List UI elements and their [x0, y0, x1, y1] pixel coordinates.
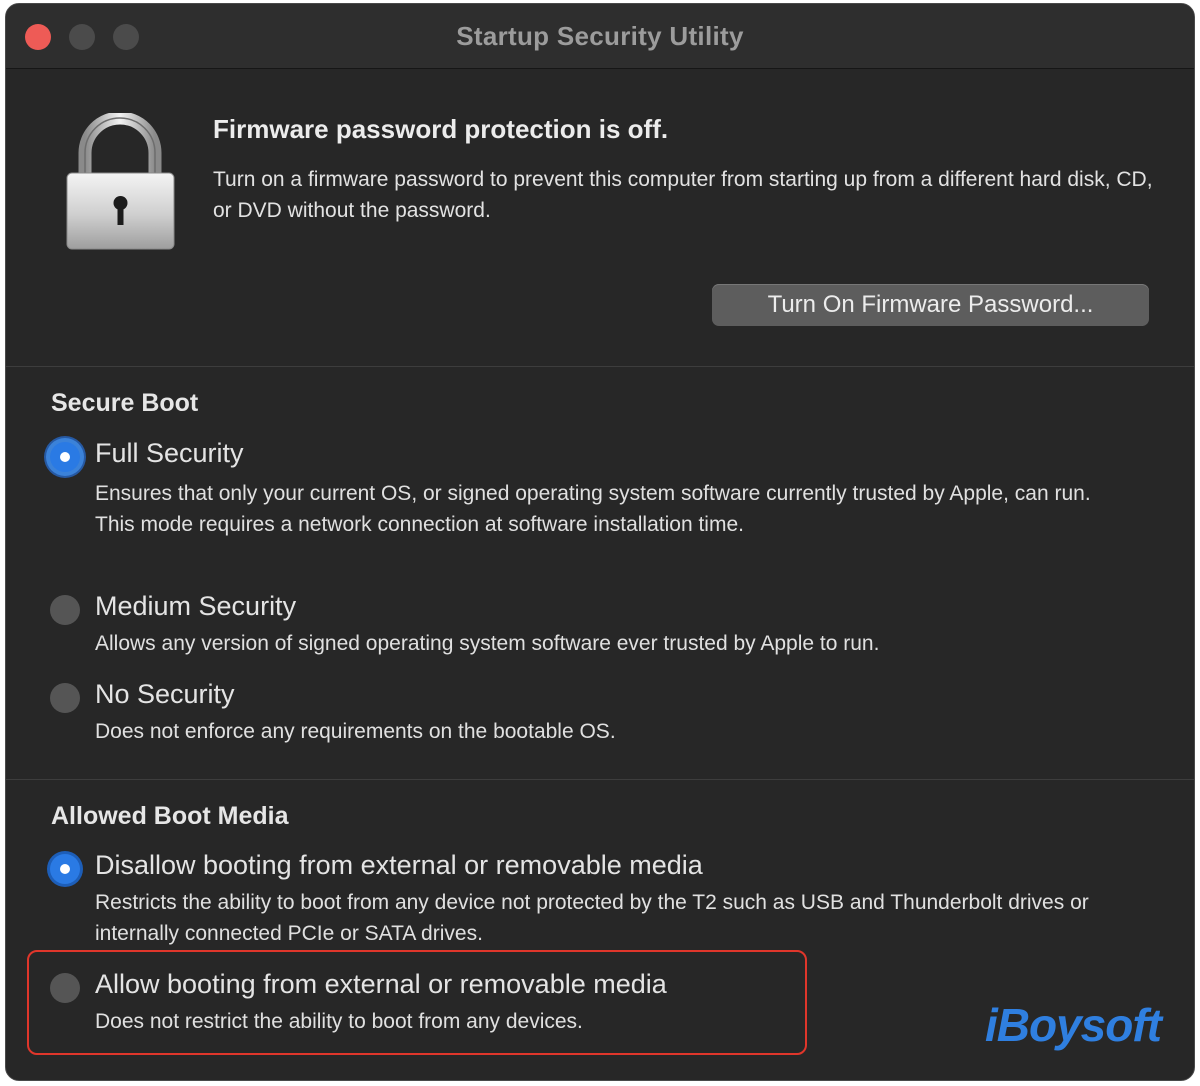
- no-security-label: No Security: [95, 679, 235, 709]
- no-security-description: Does not enforce any requirements on the…: [95, 720, 616, 743]
- medium-security-label: Medium Security: [95, 591, 297, 621]
- firmware-status-heading: Firmware password protection is off.: [213, 114, 669, 144]
- medium-security-description: Allows any version of signed operating s…: [95, 632, 880, 655]
- disallow-external-boot-label: Disallow booting from external or remova…: [95, 850, 703, 880]
- firmware-description: Turn on a firmware password to prevent t…: [213, 168, 1153, 222]
- turn-on-firmware-password-button[interactable]: Turn On Firmware Password...: [712, 284, 1149, 326]
- full-security-description: Ensures that only your current OS, or si…: [95, 482, 1091, 536]
- title-bar: Startup Security Utility: [6, 4, 1194, 69]
- firmware-section: Firmware password protection is off. Tur…: [6, 69, 1194, 367]
- disallow-external-boot-description: Restricts the ability to boot from any d…: [95, 891, 1089, 945]
- padlock-icon: [66, 113, 175, 250]
- disallow-external-boot-radio[interactable]: [50, 854, 80, 884]
- iboysoft-watermark: iBoysoft: [985, 999, 1162, 1051]
- full-security-label: Full Security: [95, 438, 244, 468]
- highlight-annotation-box: [27, 950, 807, 1055]
- window-title: Startup Security Utility: [456, 21, 744, 51]
- secure-boot-heading: Secure Boot: [51, 389, 199, 417]
- medium-security-radio[interactable]: [50, 595, 80, 625]
- secure-boot-section: Secure Boot Full Security Ensures that o…: [6, 367, 1194, 780]
- app-window: Startup Security Utility Firmware passwo…: [5, 3, 1195, 1081]
- no-security-radio[interactable]: [50, 683, 80, 713]
- full-security-radio[interactable]: [50, 442, 80, 472]
- allowed-boot-media-heading: Allowed Boot Media: [51, 802, 289, 830]
